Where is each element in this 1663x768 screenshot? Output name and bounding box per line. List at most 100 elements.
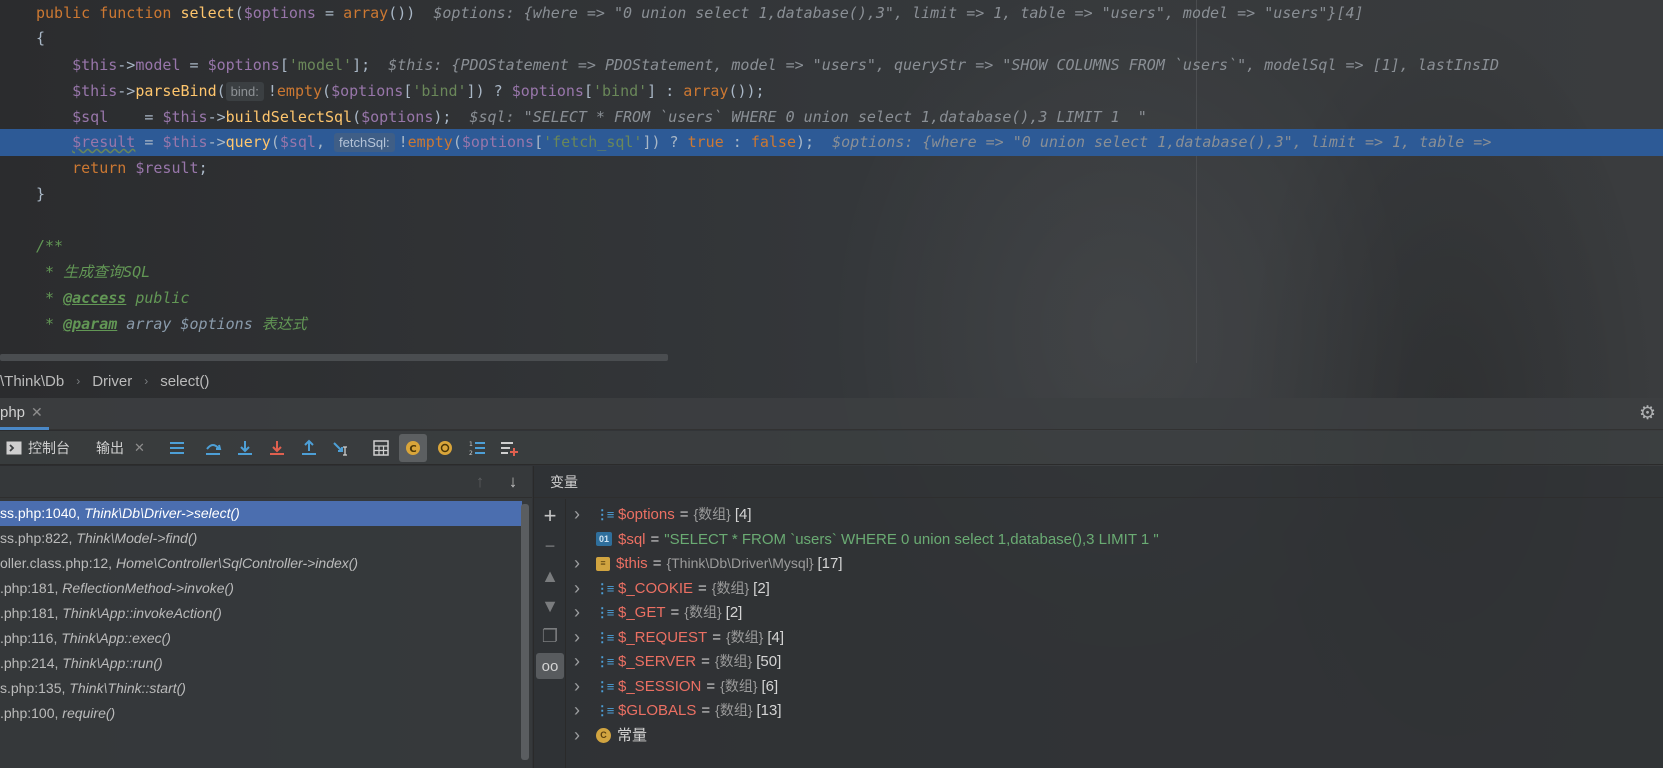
chevron-right-icon[interactable]: › — [570, 600, 584, 625]
chevron-right-icon[interactable]: › — [570, 723, 584, 748]
menu-lines-icon[interactable] — [163, 434, 191, 462]
arrow-up-icon[interactable]: ↑ — [470, 472, 490, 492]
code-token: 表达式 — [261, 315, 307, 333]
variable-row[interactable]: › ⋮≡ $_SERVER = {数组} [50] — [570, 649, 781, 674]
chevron-right-icon[interactable]: › — [570, 576, 584, 601]
variable-row[interactable]: › ⋮≡ $options = {数组} [4] — [570, 502, 752, 527]
chevron-right-icon[interactable]: › — [570, 502, 584, 527]
code-token: = — [108, 108, 163, 126]
remove-watch-icon[interactable]: − — [536, 533, 564, 559]
move-down-icon[interactable]: ▼ — [536, 593, 564, 619]
array-icon: ⋮≡ — [595, 703, 615, 718]
debug-session-tab[interactable]: php ✕ — [0, 398, 49, 430]
code-line[interactable]: $sql = $this->buildSelectSql($options); … — [0, 104, 1663, 131]
stack-frame-row[interactable]: .php:100, require() — [0, 701, 522, 726]
output-tab[interactable]: 输出 ✕ — [96, 434, 145, 462]
code-line[interactable]: return $result; — [0, 155, 1663, 182]
variable-row[interactable]: › ≡ $this = {Think\Db\Driver\Mysql} [17] — [570, 551, 843, 576]
stack-frame-row[interactable]: ss.php:822, Think\Model->find() — [0, 526, 522, 551]
console-tab[interactable]: 控制台 — [6, 434, 70, 462]
chevron-right-icon[interactable]: › — [570, 551, 584, 576]
code-line[interactable]: * @param array $options 表达式 — [0, 311, 1663, 338]
variable-row[interactable]: › ⋮≡ $_REQUEST = {数组} [4] — [570, 625, 784, 650]
code-token: ( — [322, 82, 332, 100]
stack-frame-row[interactable]: ss.php:1040, Think\Db\Driver->select() — [0, 501, 522, 526]
stack-frame-row[interactable]: oller.class.php:12, Home\Controller\SqlC… — [0, 551, 522, 576]
editor-horizontal-scrollbar[interactable] — [0, 354, 668, 361]
code-token: * — [36, 263, 64, 281]
breadcrumb-class[interactable]: Driver — [92, 373, 132, 390]
frames-header: ↑ ↓ — [0, 466, 532, 498]
code-token: [ — [279, 56, 289, 74]
variable-row[interactable]: › ⋮≡ $_COOKIE = {数组} [2] — [570, 576, 770, 601]
variable-name: $sql — [618, 530, 646, 548]
code-token: ( — [352, 108, 362, 126]
array-icon: ⋮≡ — [595, 654, 615, 669]
variable-row[interactable]: 01 $sql = "SELECT * FROM `users` WHERE 0 un… — [570, 527, 1159, 552]
stack-frame-row[interactable]: .php:181, Think\App::invokeAction() — [0, 601, 522, 626]
breadcrumb-namespace[interactable]: \Think\Db — [0, 373, 64, 390]
variable-row[interactable]: › C 常量 — [570, 723, 647, 748]
stack-frame-row[interactable]: .php:214, Think\App::run() — [0, 651, 522, 676]
code-line[interactable]: $this->parseBind(bind: !empty($options['b… — [0, 78, 1663, 105]
code-line[interactable]: public function select($options = array(… — [0, 0, 1663, 27]
add-list-icon[interactable] — [495, 434, 523, 462]
chevron-right-icon[interactable]: › — [570, 625, 584, 650]
frames-scrollbar[interactable] — [521, 504, 529, 760]
code-line[interactable]: { — [0, 25, 1663, 52]
step-out-icon[interactable] — [295, 434, 323, 462]
move-up-icon[interactable]: ▲ — [536, 563, 564, 589]
force-step-into-icon[interactable] — [263, 434, 291, 462]
code-line[interactable]: * @access public — [0, 285, 1663, 312]
constant-icon: C — [596, 727, 611, 743]
chevron-right-icon[interactable]: › — [570, 649, 584, 674]
stack-frame-row[interactable]: s.php:135, Think\Think::start() — [0, 676, 522, 701]
step-into-icon[interactable] — [231, 434, 259, 462]
inline-value-hint: $this: {PDOStatement => PDOStatement, mo… — [370, 56, 1500, 74]
code-line[interactable]: /** — [0, 233, 1663, 260]
code-token: ()); — [728, 82, 765, 100]
code-token: ]) ? — [466, 82, 512, 100]
stack-frame-row[interactable]: .php:181, ReflectionMethod->invoke() — [0, 576, 522, 601]
chevron-right-icon[interactable]: › — [570, 674, 584, 699]
copy-icon[interactable]: ❐ — [536, 623, 564, 649]
close-icon[interactable]: ✕ — [134, 440, 145, 456]
code-token: ); — [433, 108, 452, 126]
console-tab-label: 控制台 — [28, 439, 70, 456]
variable-row[interactable]: › ⋮≡ $_GET = {数组} [2] — [570, 600, 742, 625]
code-token: ( — [234, 4, 244, 22]
frame-location: oller.class.php:12, — [0, 555, 116, 571]
variable-name: $GLOBALS — [618, 702, 697, 719]
add-watch-icon[interactable]: + — [536, 503, 564, 529]
gear-icon[interactable]: ⚙ — [1639, 404, 1659, 424]
code-token: -> — [207, 108, 226, 126]
numbered-list-icon[interactable]: 12 — [463, 434, 491, 462]
variable-row[interactable]: › ⋮≡ $_SESSION = {数组} [6] — [570, 674, 778, 699]
equals-sign: = — [679, 506, 689, 523]
stack-frame-row[interactable]: .php:116, Think\App::exec() — [0, 626, 522, 651]
glasses-icon[interactable]: oo — [536, 653, 564, 679]
equals-sign: = — [706, 677, 716, 695]
variable-count: [4] — [734, 506, 752, 523]
code-line[interactable]: } — [0, 181, 1663, 208]
code-editor[interactable]: public function select($options = array(… — [0, 0, 1663, 363]
code-line[interactable]: * 生成查询SQL — [0, 259, 1663, 286]
breadcrumb-method[interactable]: select() — [160, 373, 209, 390]
code-token: SQL — [123, 263, 151, 281]
watch-icon[interactable] — [431, 434, 459, 462]
current-execution-line[interactable]: $result = $this->query($sql, fetchSql: !e… — [0, 129, 1663, 156]
chevron-right-icon[interactable]: › — [570, 698, 584, 723]
variable-row[interactable]: › ⋮≡ $GLOBALS = {数组} [13] — [570, 698, 782, 723]
step-over-icon[interactable] — [199, 434, 227, 462]
variables-panel: 变量 + − ▲ ▼ ❐ oo › ⋮≡ $options = {数组} [4] 01 $sq… — [533, 466, 1663, 768]
close-icon[interactable]: ✕ — [31, 404, 43, 421]
code-line[interactable]: $this->model = $options['model']; $this:… — [0, 52, 1663, 79]
run-to-cursor-icon[interactable] — [327, 434, 355, 462]
variable-count: [17] — [817, 555, 843, 572]
evaluate-expression-icon[interactable] — [367, 434, 395, 462]
code-line[interactable] — [0, 207, 1663, 234]
frame-location: s.php:135, — [0, 680, 70, 696]
break-on-exception-icon[interactable]: C — [398, 433, 427, 462]
arrow-down-icon[interactable]: ↓ — [503, 472, 523, 492]
